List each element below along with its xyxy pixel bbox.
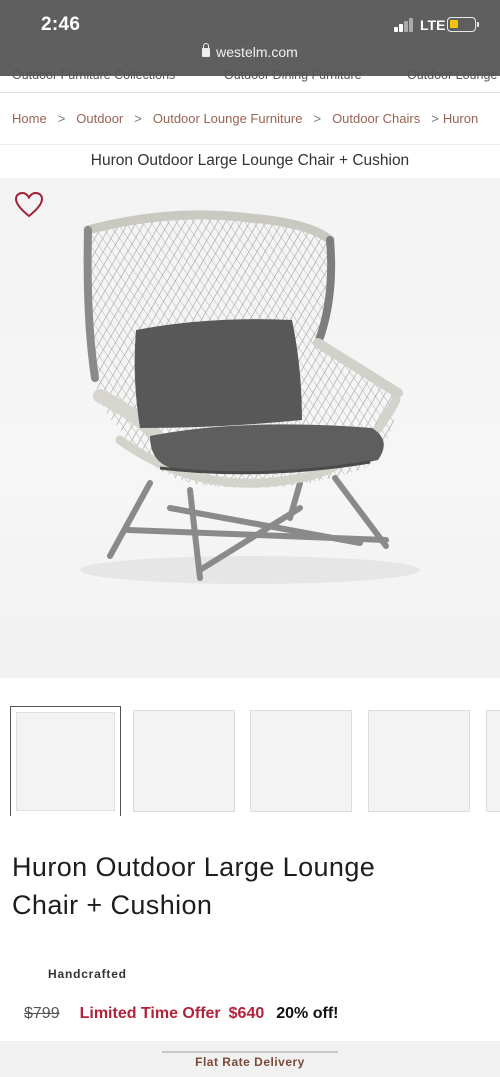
breadcrumb-item[interactable]: Outdoor Lounge Furniture [153, 111, 303, 126]
category-nav-item[interactable]: Outdoor Lounge [407, 68, 497, 82]
discount-label: 20% off! [276, 1005, 339, 1022]
product-image[interactable] [0, 178, 500, 678]
breadcrumb-item[interactable]: Huron [443, 111, 478, 126]
product-title-line: Chair + Cushion [12, 890, 213, 920]
url-text: westelm.com [216, 44, 298, 60]
thumbnail-selected[interactable] [10, 706, 121, 816]
thumbnail-strip [0, 706, 500, 816]
status-bar: 2:46 LTE westelm.com [0, 0, 500, 76]
breadcrumb-separator: > [431, 111, 439, 126]
heart-icon[interactable] [14, 191, 44, 219]
delivery-text: Flat Rate Delivery [195, 1055, 305, 1069]
category-nav-item[interactable]: Outdoor Furniture Collections [12, 68, 175, 82]
divider [0, 144, 500, 145]
battery-icon [447, 17, 476, 32]
category-nav: Outdoor Furniture Collections Outdoor Di… [0, 66, 500, 93]
product-title: Huron Outdoor Large Lounge Chair + Cushi… [12, 848, 482, 924]
breadcrumb-item[interactable]: Outdoor Chairs [332, 111, 420, 126]
price-row: $799 Limited Time Offer $640 20% off! [24, 1005, 338, 1023]
product-title-line: Huron Outdoor Large Lounge [12, 852, 376, 882]
category-nav-item[interactable]: Outdoor Dining Furniture [224, 68, 362, 82]
breadcrumb-item[interactable]: Outdoor [76, 111, 123, 126]
breadcrumb-separator: > [134, 111, 142, 126]
offer-label: Limited Time Offer [79, 1005, 221, 1022]
original-price: $799 [24, 1005, 60, 1022]
divider [162, 1051, 338, 1053]
lounge-chair-illustration [80, 210, 420, 584]
address-bar[interactable]: westelm.com [0, 43, 500, 60]
breadcrumb-item[interactable]: Home [12, 111, 47, 126]
sale-price: $640 [228, 1005, 265, 1022]
breadcrumb: Home > Outdoor > Outdoor Lounge Furniture > Ou… [12, 111, 478, 126]
handcrafted-badge: Handcrafted [48, 967, 127, 981]
page-title: Huron Outdoor Large Lounge Chair + Cushi… [90, 152, 410, 169]
lock-icon [202, 43, 211, 57]
thumbnail[interactable] [133, 710, 235, 812]
thumbnail[interactable] [368, 710, 470, 812]
network-type: LTE [420, 17, 446, 33]
delivery-banner[interactable]: Flat Rate Delivery [0, 1041, 500, 1077]
status-time: 2:46 [41, 14, 81, 35]
breadcrumb-separator: > [313, 111, 322, 126]
breadcrumb-separator: > [57, 111, 66, 126]
signal-icon [394, 18, 416, 32]
thumbnail[interactable] [250, 710, 352, 812]
thumbnail[interactable] [486, 710, 500, 812]
